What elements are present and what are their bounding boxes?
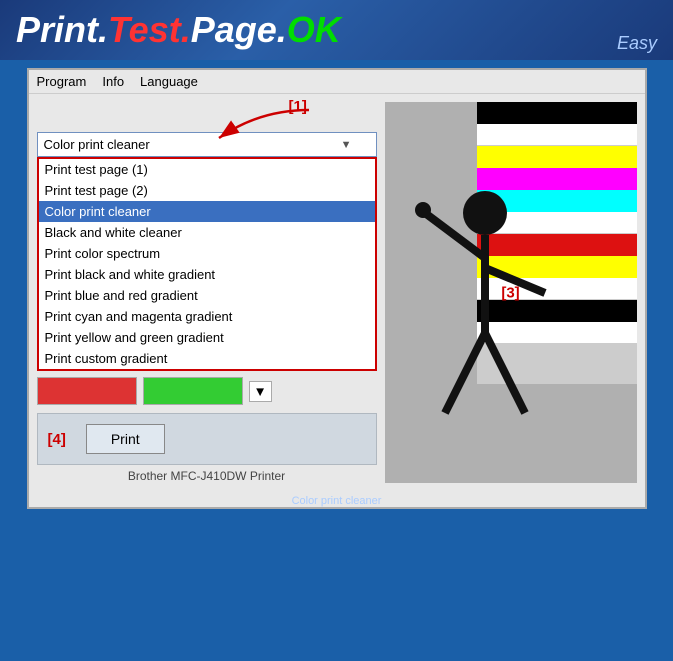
dropdown-arrow-icon: ▼ bbox=[341, 139, 352, 151]
green-color-button[interactable] bbox=[143, 377, 243, 405]
menu-program[interactable]: Program bbox=[37, 74, 87, 89]
header-easy-label: Easy bbox=[617, 33, 657, 54]
main-window: Program Info Language [1] Color print cl… bbox=[27, 68, 647, 509]
app-header: Print.Test.Page.OK Easy bbox=[0, 0, 673, 60]
dropdown-item-0[interactable]: Print test page (1) bbox=[39, 159, 375, 180]
dropdown-selected-label: Color print cleaner bbox=[44, 137, 150, 152]
print-area: [4] Print bbox=[37, 413, 377, 465]
dropdown-item-8[interactable]: Print yellow and green gradient bbox=[39, 327, 375, 348]
logo-ok: OK bbox=[287, 9, 341, 50]
menu-info[interactable]: Info bbox=[102, 74, 124, 89]
content-area: [1] Color print cleaner ▼ [2] Print test… bbox=[29, 94, 645, 491]
printer-info: Brother MFC-J410DW Printer bbox=[37, 469, 377, 483]
color-bar-white bbox=[477, 124, 637, 146]
stick-figure bbox=[395, 183, 575, 463]
page-bottom-label: Color print cleaner bbox=[29, 495, 645, 507]
print-button[interactable]: Print bbox=[86, 424, 165, 454]
annotation-arrow bbox=[179, 100, 339, 150]
annotation-4-label: [4] bbox=[48, 431, 66, 448]
app-logo: Print.Test.Page.OK bbox=[16, 9, 341, 51]
color-controls: ▼ bbox=[37, 377, 377, 405]
logo-test: Test. bbox=[108, 9, 191, 50]
left-panel: Color print cleaner ▼ [2] Print test pag… bbox=[37, 102, 377, 483]
logo-page: Page. bbox=[191, 9, 287, 50]
preview-panel: [3] bbox=[385, 102, 637, 483]
dropdown-item-4[interactable]: Print color spectrum bbox=[39, 243, 375, 264]
dropdown-item-9[interactable]: Print custom gradient bbox=[39, 348, 375, 369]
color-bar-yellow bbox=[477, 146, 637, 168]
annotation-1-label: [1] bbox=[289, 98, 307, 115]
dropdown-item-1[interactable]: Print test page (2) bbox=[39, 180, 375, 201]
color-bar-black bbox=[477, 102, 637, 124]
dropdown-item-3[interactable]: Black and white cleaner bbox=[39, 222, 375, 243]
dropdown-container: Color print cleaner ▼ [2] Print test pag… bbox=[37, 132, 377, 371]
dropdown-item-6[interactable]: Print blue and red gradient bbox=[39, 285, 375, 306]
red-color-button[interactable] bbox=[37, 377, 137, 405]
dropdown-item-7[interactable]: Print cyan and magenta gradient bbox=[39, 306, 375, 327]
color-dropdown-arrow-icon: ▼ bbox=[254, 384, 267, 399]
dropdown-item-2[interactable]: Color print cleaner bbox=[39, 201, 375, 222]
color-dropdown-button[interactable]: ▼ bbox=[249, 381, 272, 402]
menu-language[interactable]: Language bbox=[140, 74, 198, 89]
printer-name: Brother MFC-J410DW Printer bbox=[128, 469, 285, 483]
logo-print: Print. bbox=[16, 9, 108, 50]
menubar: Program Info Language bbox=[29, 70, 645, 94]
dropdown-list: Print test page (1) Print test page (2) … bbox=[37, 157, 377, 371]
dropdown-item-5[interactable]: Print black and white gradient bbox=[39, 264, 375, 285]
